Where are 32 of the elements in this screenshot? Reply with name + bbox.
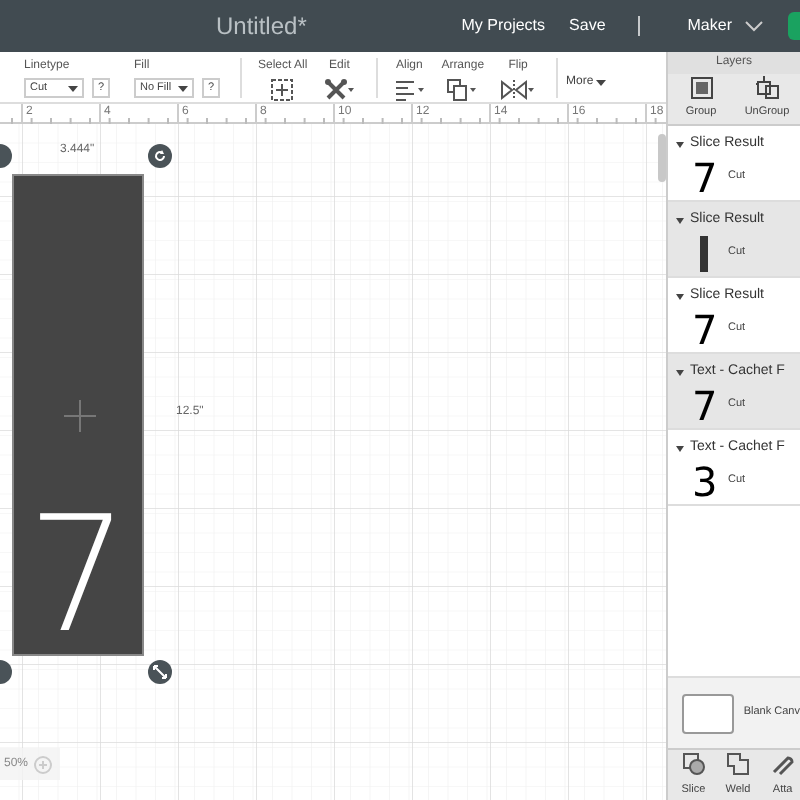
chevron-icon bbox=[744, 20, 764, 32]
caret-icon[interactable] bbox=[676, 217, 684, 224]
machine-dropdown[interactable]: Maker bbox=[687, 14, 764, 38]
crosshair-icon bbox=[64, 400, 96, 432]
document-title: Untitled* bbox=[216, 10, 307, 44]
ungroup-icon bbox=[755, 76, 779, 101]
caret-icon bbox=[178, 85, 188, 91]
attach-icon bbox=[770, 751, 795, 776]
select-icon bbox=[270, 78, 295, 102]
caret-icon bbox=[68, 85, 78, 91]
shape-glyph: 7 bbox=[27, 502, 129, 650]
edit-icon bbox=[323, 78, 356, 102]
align-icon bbox=[393, 78, 426, 102]
flip-icon bbox=[500, 78, 537, 102]
caret-icon bbox=[595, 80, 606, 86]
blank-canvas-swatch[interactable] bbox=[682, 693, 734, 733]
scrollbar-thumb[interactable] bbox=[658, 134, 666, 182]
my-projects-link[interactable]: My Projects bbox=[461, 14, 546, 38]
layer-thumbnail: 3 bbox=[692, 459, 716, 503]
caret-icon[interactable] bbox=[676, 293, 684, 300]
weld-icon bbox=[725, 751, 750, 776]
make-button[interactable] bbox=[788, 12, 800, 40]
caret-icon[interactable] bbox=[676, 141, 684, 148]
layer-thumbnail bbox=[700, 235, 708, 271]
caret-icon[interactable] bbox=[676, 445, 684, 452]
caret-icon[interactable] bbox=[676, 369, 684, 376]
save-link[interactable]: Save bbox=[569, 14, 606, 38]
slice-icon bbox=[681, 751, 706, 776]
layer-thumbnail: 7 bbox=[692, 383, 716, 427]
layer-thumbnail: 7 bbox=[692, 155, 716, 199]
layer-thumbnail: 7 bbox=[692, 307, 716, 351]
group-icon bbox=[689, 76, 713, 101]
